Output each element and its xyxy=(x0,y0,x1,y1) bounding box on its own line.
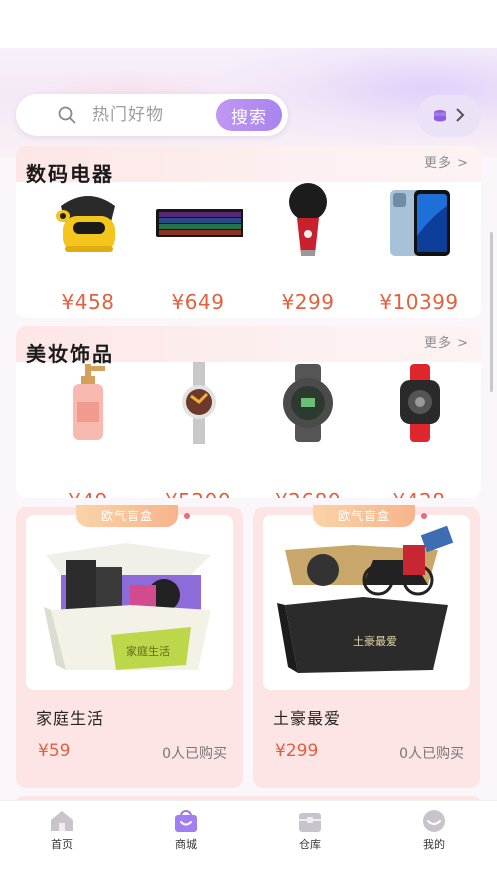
tab-mall[interactable]: 商城 xyxy=(146,809,226,855)
search-icon xyxy=(58,106,76,124)
blind-box-name: 家庭生活 xyxy=(36,709,105,728)
home-icon xyxy=(51,811,73,831)
box-tag-label: 欧气盲盒 xyxy=(337,509,390,523)
box-tag-label: 欧气盲盒 xyxy=(100,509,153,523)
product-price: ¥649 xyxy=(171,290,225,314)
coin-button[interactable] xyxy=(417,95,481,137)
more-link[interactable]: 更多 > xyxy=(424,152,469,171)
smartphone-icon xyxy=(390,190,450,256)
tab-warehouse[interactable]: 仓库 xyxy=(270,809,350,855)
blind-box-image: 家庭生活 xyxy=(44,543,211,670)
chevron-right-icon xyxy=(456,108,465,122)
tab-label: 首页 xyxy=(51,838,73,851)
coin-stack-icon xyxy=(434,110,446,122)
tab-profile[interactable]: 我的 xyxy=(394,809,474,855)
blind-box-image: 土豪最爱 xyxy=(277,525,454,673)
box-label: 土豪最爱 xyxy=(353,634,397,648)
bottom-tab-bar: 首页 商城 仓库 我的 xyxy=(0,800,497,883)
earbuds-case-icon xyxy=(56,196,115,252)
product-price: ¥458 xyxy=(61,290,115,314)
blind-box-name: 土豪最爱 xyxy=(273,709,342,728)
blind-box-card[interactable]: 土豪最爱 欧气盲盒 土豪最爱 ¥299 0人已购买 xyxy=(253,505,480,788)
warehouse-icon xyxy=(299,813,321,832)
blind-box-tag: 欧气盲盒 xyxy=(313,505,427,527)
tag-dot xyxy=(184,513,190,519)
blind-box-price: ¥299 xyxy=(275,741,319,761)
tab-label: 仓库 xyxy=(299,838,321,851)
search-bar[interactable]: 搜索 xyxy=(16,94,288,136)
lotion-bottle-icon xyxy=(73,364,105,440)
keyboard-icon xyxy=(156,209,243,237)
blind-box-card[interactable]: 家庭生活 欧气盲盒 家庭生活 ¥59 0人已购买 xyxy=(16,505,243,788)
product-price: ¥2680 xyxy=(253,489,363,498)
product-price: ¥299 xyxy=(281,290,335,314)
tab-home[interactable]: 首页 xyxy=(22,809,102,855)
red-strap-watch-icon xyxy=(400,364,440,442)
product-price: ¥49 xyxy=(33,489,143,498)
blind-box-sold-count: 0人已购买 xyxy=(162,746,227,762)
product-price: ¥428 xyxy=(364,489,474,498)
product-price: ¥5200 xyxy=(143,489,253,498)
tag-dot xyxy=(421,513,427,519)
blind-box-tag: 欧气盲盒 xyxy=(76,505,190,527)
search-button[interactable]: 搜索 xyxy=(216,99,282,131)
status-bar-area xyxy=(0,0,497,48)
category-card-beauty: 美妆饰品 更多 > ¥49 ¥5200 ¥2680 xyxy=(16,326,481,498)
box-label: 家庭生活 xyxy=(126,644,170,658)
tab-label: 商城 xyxy=(175,838,197,851)
more-link[interactable]: 更多 > xyxy=(424,332,469,351)
shopping-bag-icon xyxy=(175,810,197,832)
blind-box-image-frame: 土豪最爱 xyxy=(263,515,470,690)
microphone-icon xyxy=(289,183,327,256)
jeweled-watch-icon xyxy=(182,362,216,444)
search-input[interactable] xyxy=(92,102,222,128)
tab-label: 我的 xyxy=(423,838,445,851)
category-card-digital: 数码电器 更多 > ¥458 ¥649 ¥299 ¥10399 xyxy=(16,146,481,318)
profile-icon xyxy=(423,810,445,832)
scrollbar[interactable] xyxy=(490,232,493,392)
product-price: ¥10399 xyxy=(379,290,459,314)
blind-box-sold-count: 0人已购买 xyxy=(399,746,464,762)
blind-box-price: ¥59 xyxy=(38,741,71,761)
sport-watch-icon xyxy=(283,364,333,442)
blind-box-image-frame: 家庭生活 xyxy=(26,515,233,690)
